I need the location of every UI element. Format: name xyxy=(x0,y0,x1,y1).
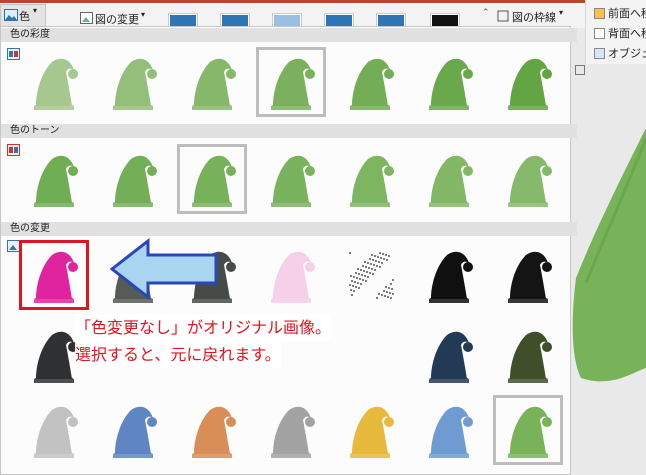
saturation-option[interactable] xyxy=(177,47,247,117)
recolor-option[interactable] xyxy=(19,395,89,465)
recolor-option[interactable] xyxy=(177,395,247,465)
saturation-section-title: 色の彩度 xyxy=(10,29,50,40)
document-hat-image xyxy=(572,128,646,382)
tone-option[interactable] xyxy=(335,144,405,214)
tone-option[interactable] xyxy=(414,144,484,214)
annotation-line-1: 「色変更なし」がオリジナル画像。 xyxy=(75,314,332,341)
picture-border-button[interactable]: 図の枠線 ▾ xyxy=(497,8,571,24)
recolor-option[interactable] xyxy=(19,240,89,310)
recolor-section-header: 色の変更 xyxy=(1,222,577,236)
tone-option[interactable] xyxy=(98,144,168,214)
hat-icon xyxy=(271,58,315,110)
hat-icon xyxy=(508,331,552,383)
recolor-option[interactable] xyxy=(493,395,563,465)
hat-icon xyxy=(350,155,394,207)
hat-icon xyxy=(113,155,157,207)
saturation-option[interactable] xyxy=(414,47,484,117)
hat-icon xyxy=(192,406,236,458)
recolor-option[interactable] xyxy=(256,240,326,310)
hat-icon xyxy=(508,251,552,303)
hat-icon xyxy=(349,252,394,299)
hat-icon xyxy=(34,58,78,110)
tone-section-header: 色のトーン xyxy=(1,124,577,138)
saturation-option[interactable] xyxy=(493,47,563,117)
saturation-option[interactable] xyxy=(19,47,89,117)
recolor-option[interactable] xyxy=(335,395,405,465)
chevron-down-icon: ▾ xyxy=(559,8,564,17)
saturation-section-header: 色の彩度 xyxy=(1,28,577,42)
hat-icon xyxy=(508,406,552,458)
hat-icon xyxy=(271,155,315,207)
chevron-down-icon: ▾ xyxy=(33,6,38,15)
recolor-option[interactable] xyxy=(335,240,405,310)
bring-forward-icon xyxy=(594,8,605,19)
recolor-option[interactable] xyxy=(414,395,484,465)
hat-icon xyxy=(429,155,473,207)
tone-option[interactable] xyxy=(177,144,247,214)
hat-icon xyxy=(271,251,315,303)
hat-icon xyxy=(34,155,78,207)
annotation-line-2: 選択すると、元に戻れます。 xyxy=(75,341,281,368)
recolor-option[interactable] xyxy=(414,320,484,390)
hat-icon xyxy=(113,58,157,110)
color-dropdown-panel: 色の彩度 色のトーン 色の変更 xyxy=(0,26,577,475)
tone-section-title: 色のトーン xyxy=(10,125,60,136)
hat-icon xyxy=(508,58,552,110)
recolor-option[interactable] xyxy=(256,395,326,465)
border-icon xyxy=(497,10,509,22)
picture-border-label: 図の枠線 xyxy=(512,11,556,24)
hat-icon xyxy=(429,406,473,458)
saturation-option[interactable] xyxy=(98,47,168,117)
recolor-section-title: 色の変更 xyxy=(10,223,50,234)
hat-icon xyxy=(113,406,157,458)
color-button-label: 色 xyxy=(19,10,30,23)
hat-icon xyxy=(271,406,315,458)
title-accent-bar xyxy=(0,0,646,3)
hat-icon xyxy=(192,58,236,110)
bring-forward-button[interactable]: 前面へ移 xyxy=(594,5,646,20)
hat-icon xyxy=(508,155,552,207)
annotation-text: 「色変更なし」がオリジナル画像。 選択すると、元に戻れます。 xyxy=(75,314,375,368)
bring-forward-label: 前面へ移 xyxy=(608,7,646,20)
gallery-scroll-up-icon[interactable]: ⌃ xyxy=(482,8,490,18)
saturation-option[interactable] xyxy=(256,47,326,117)
color-button[interactable]: 色 ▾ xyxy=(0,4,46,28)
change-picture-label: 図の変更 xyxy=(95,13,139,26)
tone-option[interactable] xyxy=(493,144,563,214)
recolor-option[interactable] xyxy=(493,320,563,390)
change-picture-button[interactable]: 図の変更 ▾ xyxy=(80,10,150,26)
recolor-option[interactable] xyxy=(493,240,563,310)
tone-option[interactable] xyxy=(256,144,326,214)
chevron-down-icon: ▾ xyxy=(141,10,146,19)
hat-icon xyxy=(350,406,394,458)
hat-icon xyxy=(34,406,78,458)
hat-icon xyxy=(350,58,394,110)
saturation-option[interactable] xyxy=(335,47,405,117)
hat-icon xyxy=(192,155,236,207)
hat-icon xyxy=(429,58,473,110)
change-picture-icon xyxy=(80,12,93,24)
picture-icon xyxy=(4,9,18,21)
arrow-annotation xyxy=(110,238,218,300)
hat-icon xyxy=(429,331,473,383)
hat-icon xyxy=(34,251,78,303)
tone-option[interactable] xyxy=(19,144,89,214)
picture-styles-gallery xyxy=(165,4,475,31)
hat-icon xyxy=(429,251,473,303)
recolor-option[interactable] xyxy=(98,395,168,465)
recolor-option[interactable] xyxy=(414,240,484,310)
